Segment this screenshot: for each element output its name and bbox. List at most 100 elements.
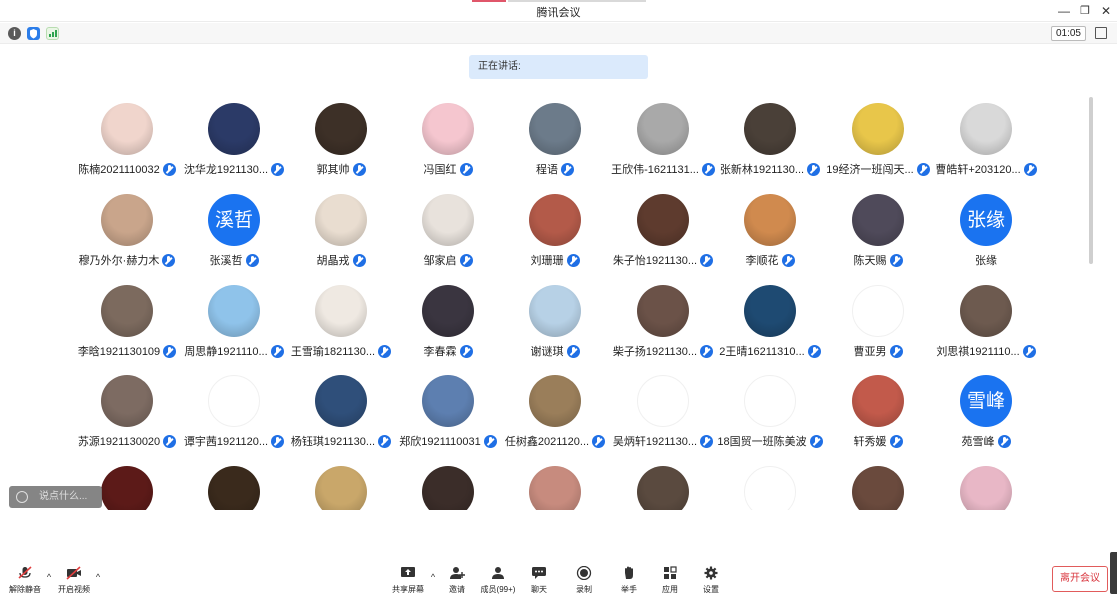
participant-name: 陈楠2021110032	[78, 164, 160, 176]
participant-tile[interactable]: 苏源1921130020	[73, 375, 181, 465]
participant-tile[interactable]: 溪哲 张溪哲	[180, 194, 288, 284]
mic-muted-icon	[566, 344, 580, 358]
participant-tile[interactable]: 刘珊珊	[501, 194, 609, 284]
unmute-label: 解除静音	[9, 585, 41, 594]
participant-tile[interactable]: 谢谜琪	[501, 285, 609, 375]
participant-name: 18国贸一班陈美波	[717, 436, 807, 448]
raise-hand-icon	[625, 566, 633, 579]
avatar	[529, 375, 581, 427]
participant-tile[interactable]	[824, 466, 932, 510]
participant-tile[interactable]: 吴炳轩1921130...	[609, 375, 717, 465]
participant-name-row: 杨钰琪1921130...	[281, 433, 401, 449]
participant-tile[interactable]	[180, 466, 288, 510]
video-options-caret-icon[interactable]: ^	[93, 572, 103, 582]
participant-name-row: 穆乃外尔·赫力木	[67, 252, 187, 268]
participant-tile[interactable]: 王欣伟-1621131...	[609, 103, 717, 193]
participant-tile[interactable]: 胡晶戎	[287, 194, 395, 284]
participant-tile[interactable]: 朱子怡1921130...	[609, 194, 717, 284]
record-button[interactable]: 录制	[564, 566, 604, 596]
participant-tile[interactable]: 陈楠2021110032	[73, 103, 181, 193]
participant-tile[interactable]: 曹皓轩+203120...	[932, 103, 1040, 193]
chat-placeholder: 说点什么...	[39, 491, 88, 502]
participant-tile[interactable]: 刘思祺1921110...	[932, 285, 1040, 375]
unmute-button[interactable]: 解除静音	[5, 566, 45, 596]
participant-name-row: 程语	[495, 161, 615, 177]
participant-tile[interactable]: 谭宇茜1921120...	[180, 375, 288, 465]
participant-tile[interactable]: 任树鑫2021120...	[501, 375, 609, 465]
participant-tile[interactable]	[609, 466, 717, 510]
participant-tile[interactable]: 轩秀媛	[824, 375, 932, 465]
participant-name-row: 沈华龙1921130...	[174, 161, 294, 177]
participant-name-row: 张新林1921130...	[710, 161, 830, 177]
participant-name: 曹亚男	[853, 346, 887, 358]
members-label: 成员(99+)	[480, 585, 516, 594]
participant-tile[interactable]: 杨钰琪1921130...	[287, 375, 395, 465]
mic-muted-icon	[566, 253, 580, 267]
avatar	[208, 375, 260, 427]
apps-icon	[664, 566, 677, 579]
participant-tile[interactable]	[394, 466, 502, 510]
participant-tile[interactable]: 冯国红	[394, 103, 502, 193]
participant-tile[interactable]: 程语	[501, 103, 609, 193]
participant-name: 程语	[536, 164, 558, 176]
participant-tile[interactable]: 张新林1921130...	[716, 103, 824, 193]
avatar	[852, 103, 904, 155]
participant-tile[interactable]: 雪峰 苑雪峰	[932, 375, 1040, 465]
participant-tile[interactable]: 沈华龙1921130...	[180, 103, 288, 193]
participant-tile[interactable]: 2王晴16211310...	[716, 285, 824, 375]
participant-tile[interactable]: 李晗1921130109	[73, 285, 181, 375]
participant-tile[interactable]: 张缘 张缘	[932, 194, 1040, 284]
avatar	[101, 285, 153, 337]
start-video-button[interactable]: 开启视频	[54, 566, 94, 596]
avatar	[208, 466, 260, 510]
settings-button[interactable]: 设置	[691, 566, 731, 596]
avatar	[315, 103, 367, 155]
avatar	[637, 375, 689, 427]
participant-tile[interactable]: 李春霖	[394, 285, 502, 375]
participant-tile[interactable]: 王雪瑜1821130...	[287, 285, 395, 375]
participant-tile[interactable]: 郭其帅	[287, 103, 395, 193]
mic-muted-icon	[561, 162, 574, 176]
invite-button[interactable]: 邀请	[437, 566, 477, 596]
emoji-icon[interactable]	[16, 491, 28, 503]
members-button[interactable]: 成员(99+)	[478, 566, 518, 596]
participant-name-row: 周思静1921110...	[174, 343, 294, 359]
chat-button[interactable]: 聊天	[519, 566, 559, 596]
participant-tile[interactable]: 曹亚男	[824, 285, 932, 375]
participant-tile[interactable]: 穆乃外尔·赫力木	[73, 194, 181, 284]
participant-name-row: 苏源1921130020	[67, 433, 187, 449]
participant-tile[interactable]: 周思静1921110...	[180, 285, 288, 375]
grid-scrollbar[interactable]	[1089, 97, 1093, 264]
participant-tile[interactable]: 邹家启	[394, 194, 502, 284]
participant-tile[interactable]: 郑欣1921110031	[394, 375, 502, 465]
record-label: 录制	[576, 585, 592, 594]
avatar	[637, 285, 689, 337]
mic-muted-icon	[1022, 344, 1036, 358]
participant-tile[interactable]	[287, 466, 395, 510]
avatar	[960, 466, 1012, 510]
participant-tile[interactable]: 18国贸一班陈美波	[716, 375, 824, 465]
participant-tile[interactable]	[716, 466, 824, 510]
avatar	[101, 103, 153, 155]
participant-name: 王欣伟-1621131...	[611, 164, 699, 176]
participant-tile[interactable]: 19经济一班闯天...	[824, 103, 932, 193]
members-icon	[492, 567, 504, 579]
participant-tile[interactable]	[501, 466, 609, 510]
leave-meeting-button[interactable]: 离开会议	[1052, 566, 1108, 592]
participant-tile[interactable]	[932, 466, 1040, 510]
audio-options-caret-icon[interactable]: ^	[44, 572, 54, 582]
participant-tile[interactable]: 李顺花	[716, 194, 824, 284]
share-screen-button[interactable]: 共享屏幕	[388, 566, 428, 596]
participant-name: 谭宇茜1921120...	[183, 436, 269, 448]
participant-tile[interactable]: 柴子扬1921130...	[609, 285, 717, 375]
participant-tile[interactable]: 陈天赐	[824, 194, 932, 284]
apps-button[interactable]: 应用	[650, 566, 690, 596]
invite-icon	[450, 567, 465, 579]
chat-input[interactable]: 说点什么...	[9, 486, 102, 508]
participant-name-row: 冯国红	[388, 161, 508, 177]
avatar	[529, 285, 581, 337]
participant-name: 张溪哲	[209, 255, 243, 267]
raise-hand-button[interactable]: 举手	[609, 566, 649, 596]
meeting-toolbar: 解除静音 ^ 开启视频 ^ 共享屏幕 ^ 邀请 成员(99+) 聊天 录制 举手…	[0, 560, 1117, 596]
mic-muted-icon	[459, 162, 473, 176]
